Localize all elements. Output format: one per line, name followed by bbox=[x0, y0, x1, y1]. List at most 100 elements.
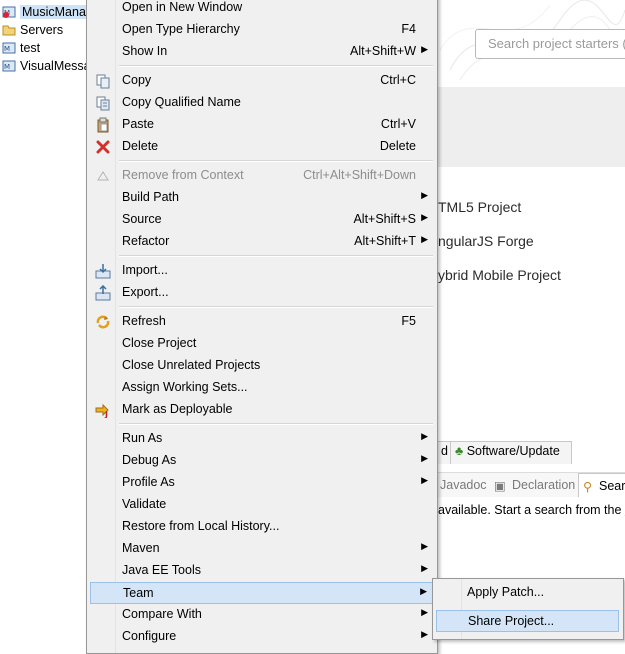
menu-item-close-project[interactable]: Close Project bbox=[90, 333, 434, 355]
menu-item-label: Close Unrelated Projects bbox=[122, 358, 260, 372]
search-placeholder: Search project starters (e bbox=[488, 36, 625, 51]
menu-item-refresh[interactable]: Refresh F5 bbox=[90, 311, 434, 333]
menu-item-debug-as[interactable]: Debug As ▶ bbox=[90, 450, 434, 472]
menu-item-label: Debug As bbox=[122, 453, 176, 467]
search-view-message: available. Start a search from the sea bbox=[438, 503, 625, 517]
menu-item-shortcut: F4 bbox=[401, 22, 416, 36]
starter-hybrid-mobile-project[interactable]: ybrid Mobile Project bbox=[438, 267, 561, 283]
menu-item-import[interactable]: Import... bbox=[90, 260, 434, 282]
deploy-arrow-icon: J bbox=[95, 402, 111, 418]
menu-item-label: Paste bbox=[122, 117, 154, 131]
tab-search[interactable]: ⚲ Sear bbox=[578, 473, 625, 497]
menu-item-copy[interactable]: Copy Ctrl+C bbox=[90, 70, 434, 92]
menu-item-label: Configure bbox=[122, 629, 176, 643]
menu-item-label: Team bbox=[123, 586, 154, 600]
software-update-icon: ♣ bbox=[455, 444, 463, 458]
starter-html5-project[interactable]: TML5 Project bbox=[438, 199, 521, 215]
menu-item-label: Mark as Deployable bbox=[122, 402, 232, 416]
menu-item-label: Open in New Window bbox=[122, 0, 242, 14]
menu-item-label: Profile As bbox=[122, 475, 175, 489]
menu-item-label: Build Path bbox=[122, 190, 179, 204]
export-icon bbox=[95, 285, 111, 301]
menu-item-label: Show In bbox=[122, 44, 167, 58]
project-explorer-tree: M MusicManag Servers M test M VisualMess… bbox=[0, 0, 90, 80]
delete-icon bbox=[95, 139, 111, 155]
menu-item-label: Restore from Local History... bbox=[122, 519, 279, 533]
svg-text:M: M bbox=[4, 63, 10, 71]
context-menu: Open in New Window Open Type Hierarchy F… bbox=[86, 0, 438, 654]
tree-item-servers[interactable]: Servers bbox=[0, 22, 90, 40]
menu-item-configure[interactable]: Configure ▶ bbox=[90, 626, 434, 648]
tree-item-label: MusicManag bbox=[20, 5, 90, 19]
submenu-arrow-icon: ▶ bbox=[421, 541, 428, 552]
tree-item-musicmanag[interactable]: M MusicManag bbox=[0, 4, 90, 22]
menu-item-show-in[interactable]: Show In Alt+Shift+W ▶ bbox=[90, 41, 434, 63]
tab-software-update[interactable]: ♣ Software/Update bbox=[450, 441, 572, 464]
copy-icon bbox=[95, 73, 111, 89]
menu-item-validate[interactable]: Validate bbox=[90, 494, 434, 516]
menu-item-label: Remove from Context bbox=[122, 168, 244, 182]
menu-item-open-new-window[interactable]: Open in New Window bbox=[90, 0, 434, 19]
menu-item-label: Close Project bbox=[122, 336, 196, 350]
menu-item-shortcut: Delete bbox=[380, 139, 416, 153]
menu-item-label: Export... bbox=[122, 285, 169, 299]
declaration-icon: ▣ bbox=[494, 478, 506, 493]
copy-qualified-icon bbox=[95, 95, 111, 111]
submenu-arrow-icon: ▶ bbox=[421, 453, 428, 464]
menu-item-apply-patch[interactable]: Apply Patch... bbox=[436, 582, 619, 604]
menu-item-compare-with[interactable]: Compare With ▶ bbox=[90, 604, 434, 626]
menu-item-shortcut: F5 bbox=[401, 314, 416, 328]
tree-item-label: VisualMessa bbox=[20, 59, 90, 73]
menu-item-mark-as-deployable[interactable]: J Mark as Deployable bbox=[90, 399, 434, 421]
menu-item-open-type-hierarchy[interactable]: Open Type Hierarchy F4 bbox=[90, 19, 434, 41]
menu-item-label: Refactor bbox=[122, 234, 169, 248]
menu-item-maven[interactable]: Maven ▶ bbox=[90, 538, 434, 560]
submenu-arrow-icon: ▶ bbox=[421, 431, 428, 442]
menu-item-build-path[interactable]: Build Path ▶ bbox=[90, 187, 434, 209]
menu-item-label: Share Project... bbox=[468, 614, 554, 628]
svg-text:M: M bbox=[4, 45, 10, 53]
menu-item-shortcut: Ctrl+Alt+Shift+Down bbox=[303, 168, 416, 182]
starter-angularjs-forge[interactable]: ngularJS Forge bbox=[438, 233, 534, 249]
menu-item-label: Run As bbox=[122, 431, 162, 445]
menu-item-export[interactable]: Export... bbox=[90, 282, 434, 304]
menu-item-assign-working-sets[interactable]: Assign Working Sets... bbox=[90, 377, 434, 399]
menu-item-label: Import... bbox=[122, 263, 168, 277]
menu-item-label: Source bbox=[122, 212, 162, 226]
project-starters-search-input[interactable]: Search project starters (e bbox=[475, 29, 625, 59]
menu-item-refactor[interactable]: Refactor Alt+Shift+T ▶ bbox=[90, 231, 434, 253]
menu-item-delete[interactable]: Delete Delete bbox=[90, 136, 434, 158]
tree-item-test[interactable]: M test bbox=[0, 40, 90, 58]
menu-item-shortcut: Ctrl+V bbox=[381, 117, 416, 131]
menu-item-restore-local-history[interactable]: Restore from Local History... bbox=[90, 516, 434, 538]
remove-context-icon bbox=[95, 168, 111, 184]
tree-item-label: test bbox=[20, 41, 40, 55]
menu-separator bbox=[119, 65, 433, 67]
tab-declaration[interactable]: Declaration bbox=[512, 478, 575, 492]
menu-item-label: Open Type Hierarchy bbox=[122, 22, 240, 36]
paste-icon bbox=[95, 117, 111, 133]
web-project-icon: M bbox=[2, 42, 16, 54]
tab-javadoc[interactable]: Javadoc bbox=[440, 478, 487, 492]
tree-item-visualmessa[interactable]: M VisualMessa bbox=[0, 58, 90, 76]
menu-item-share-project[interactable]: Share Project... bbox=[436, 610, 619, 632]
menu-item-profile-as[interactable]: Profile As ▶ bbox=[90, 472, 434, 494]
menu-item-copy-qualified-name[interactable]: Copy Qualified Name bbox=[90, 92, 434, 114]
menu-item-team[interactable]: Team ▶ bbox=[90, 582, 434, 604]
menu-item-label: Copy Qualified Name bbox=[122, 95, 241, 109]
menu-item-label: Java EE Tools bbox=[122, 563, 201, 577]
welcome-header-band bbox=[436, 87, 625, 167]
menu-item-source[interactable]: Source Alt+Shift+S ▶ bbox=[90, 209, 434, 231]
web-project-error-icon: M bbox=[2, 6, 16, 18]
menu-item-close-unrelated-projects[interactable]: Close Unrelated Projects bbox=[90, 355, 434, 377]
menu-item-run-as[interactable]: Run As ▶ bbox=[90, 428, 434, 450]
team-submenu: Apply Patch... Share Project... bbox=[432, 578, 624, 640]
message-text: available. Start a search from the bbox=[438, 503, 625, 517]
menu-item-paste[interactable]: Paste Ctrl+V bbox=[90, 114, 434, 136]
submenu-arrow-icon: ▶ bbox=[421, 190, 428, 201]
menu-item-java-ee-tools[interactable]: Java EE Tools ▶ bbox=[90, 560, 434, 582]
submenu-arrow-icon: ▶ bbox=[421, 212, 428, 223]
folder-icon bbox=[2, 24, 16, 36]
refresh-icon bbox=[95, 314, 111, 330]
menu-item-label: Copy bbox=[122, 73, 151, 87]
